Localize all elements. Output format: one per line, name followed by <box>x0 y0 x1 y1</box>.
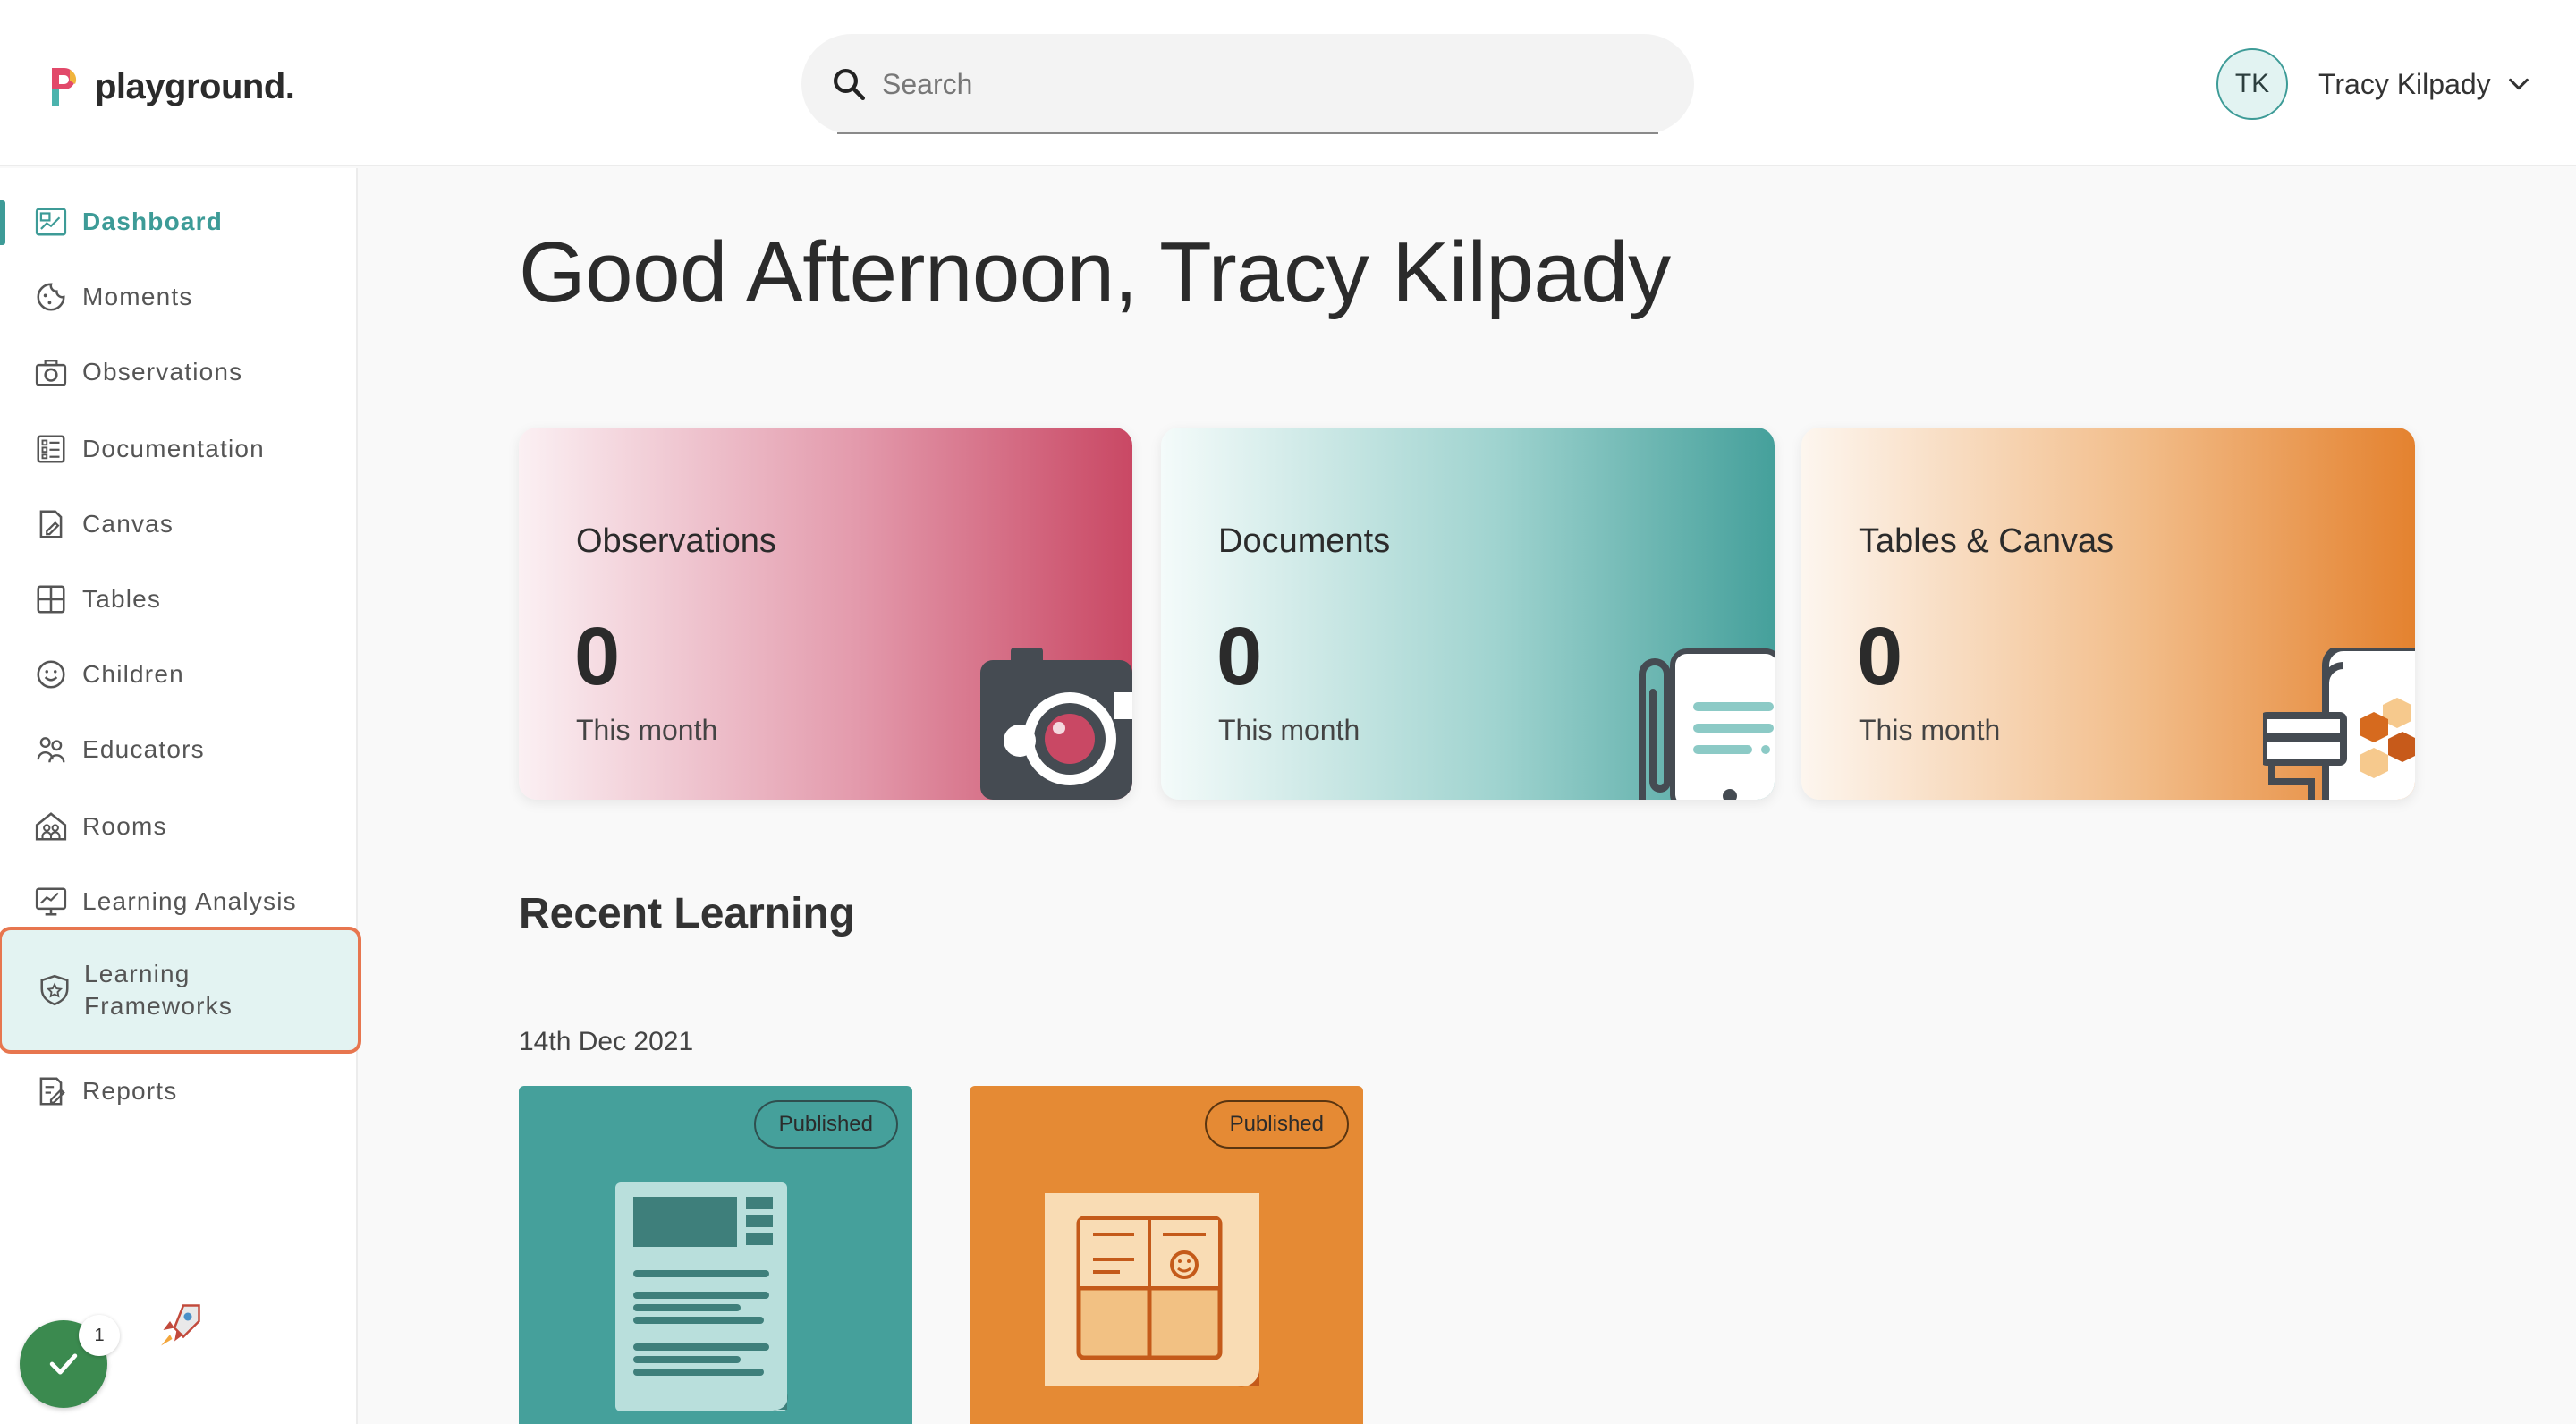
published-badge: Published <box>753 1100 898 1149</box>
search-input[interactable] <box>882 67 1651 101</box>
sidebar-item-canvas[interactable]: Canvas <box>0 487 358 562</box>
sidebar-item-tables[interactable]: Tables <box>0 562 358 637</box>
recent-learning-heading: Recent Learning <box>519 890 856 937</box>
canvas-brush-illustration-icon <box>2263 648 2415 800</box>
dashboard-icon <box>35 208 67 236</box>
sidebar-item-dashboard[interactable]: Dashboard <box>0 184 358 259</box>
document-illustration-icon <box>615 1182 788 1411</box>
sidebar-item-rooms[interactable]: Rooms <box>0 789 358 864</box>
sidebar-item-educators[interactable]: Educators <box>0 712 358 787</box>
moments-icon <box>37 283 65 311</box>
recent-learning-card-document[interactable]: Published <box>519 1086 912 1424</box>
published-badge: Published <box>1204 1100 1349 1149</box>
user-name[interactable]: Tracy Kilpady <box>2318 68 2491 101</box>
document-clip-illustration-icon <box>1639 648 1775 800</box>
camera-illustration-icon <box>980 648 1132 800</box>
table-icon <box>37 585 65 614</box>
search-bar[interactable] <box>801 34 1694 134</box>
top-header: playground. TK Tracy Kilpady <box>0 0 2576 166</box>
smiley-icon <box>37 660 65 689</box>
chevron-down-icon[interactable] <box>2506 72 2531 97</box>
canvas-icon <box>39 510 63 538</box>
documents-summary-card[interactable]: Documents 0 This month <box>1161 428 1775 800</box>
document-list-icon <box>37 435 65 463</box>
sidebar-item-moments[interactable]: Moments <box>0 259 358 335</box>
sidebar-item-children[interactable]: Children <box>0 637 358 712</box>
rooms-icon <box>35 812 67 841</box>
recent-date: 14th Dec 2021 <box>519 1027 694 1056</box>
sidebar-item-observations[interactable]: Observations <box>0 335 358 410</box>
observations-summary-card[interactable]: Observations 0 This month <box>519 428 1132 800</box>
user-avatar[interactable]: TK <box>2216 48 2288 120</box>
playground-logo-icon <box>52 68 77 106</box>
rocket-icon[interactable] <box>152 1299 206 1352</box>
notification-badge: 1 <box>79 1315 120 1356</box>
app-logo[interactable]: playground. <box>47 63 295 111</box>
greeting-title: Good Afternoon, Tracy Kilpady <box>519 225 1671 320</box>
search-icon <box>834 69 866 101</box>
tables-canvas-summary-card[interactable]: Tables & Canvas 0 This month <box>1801 428 2415 800</box>
educators-icon <box>37 737 65 763</box>
logo-text: playground. <box>95 66 295 106</box>
checkmark-icon <box>49 1353 78 1375</box>
analysis-icon <box>35 887 67 916</box>
framework-shield-icon <box>40 974 69 1006</box>
sidebar: Dashboard Moments Observations Documenta… <box>0 168 361 1424</box>
camera-icon <box>35 360 67 386</box>
recent-learning-card-table[interactable]: Published <box>970 1086 1363 1424</box>
sidebar-item-reports[interactable]: Reports <box>0 1054 358 1129</box>
learning-frameworks-label: Learning Frameworks <box>84 960 233 1020</box>
reports-icon <box>39 1077 65 1106</box>
sidebar-item-learning-frameworks[interactable]: Learning Frameworks <box>0 927 361 1054</box>
sidebar-item-documentation[interactable]: Documentation <box>0 411 358 487</box>
table-illustration-icon <box>1045 1193 1260 1387</box>
